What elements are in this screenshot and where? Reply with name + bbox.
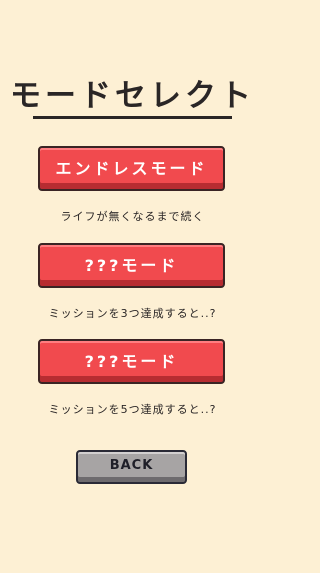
locked-mode-2-description: ミッションを5つ達成すると..? — [48, 403, 217, 416]
locked-mode-2-button[interactable]: ???モード — [38, 339, 225, 384]
back-button[interactable]: BACK — [76, 450, 187, 484]
endless-mode-description: ライフが無くなるまで続く — [60, 210, 205, 223]
endless-mode-label: エンドレスモード — [55, 158, 208, 178]
locked-mode-2-label: ???モード — [84, 351, 179, 371]
page-title: モードセレクト — [10, 78, 255, 114]
endless-mode-button[interactable]: エンドレスモード — [38, 146, 225, 191]
title-underline — [33, 116, 232, 119]
locked-mode-1-button[interactable]: ???モード — [38, 243, 225, 288]
mode-select-screen: モードセレクト エンドレスモード ライフが無くなるまで続く ???モード ミッシ… — [0, 0, 265, 573]
locked-mode-1-description: ミッションを3つ達成すると..? — [48, 307, 217, 320]
locked-mode-1-label: ???モード — [84, 255, 179, 275]
back-button-label: BACK — [109, 458, 154, 473]
